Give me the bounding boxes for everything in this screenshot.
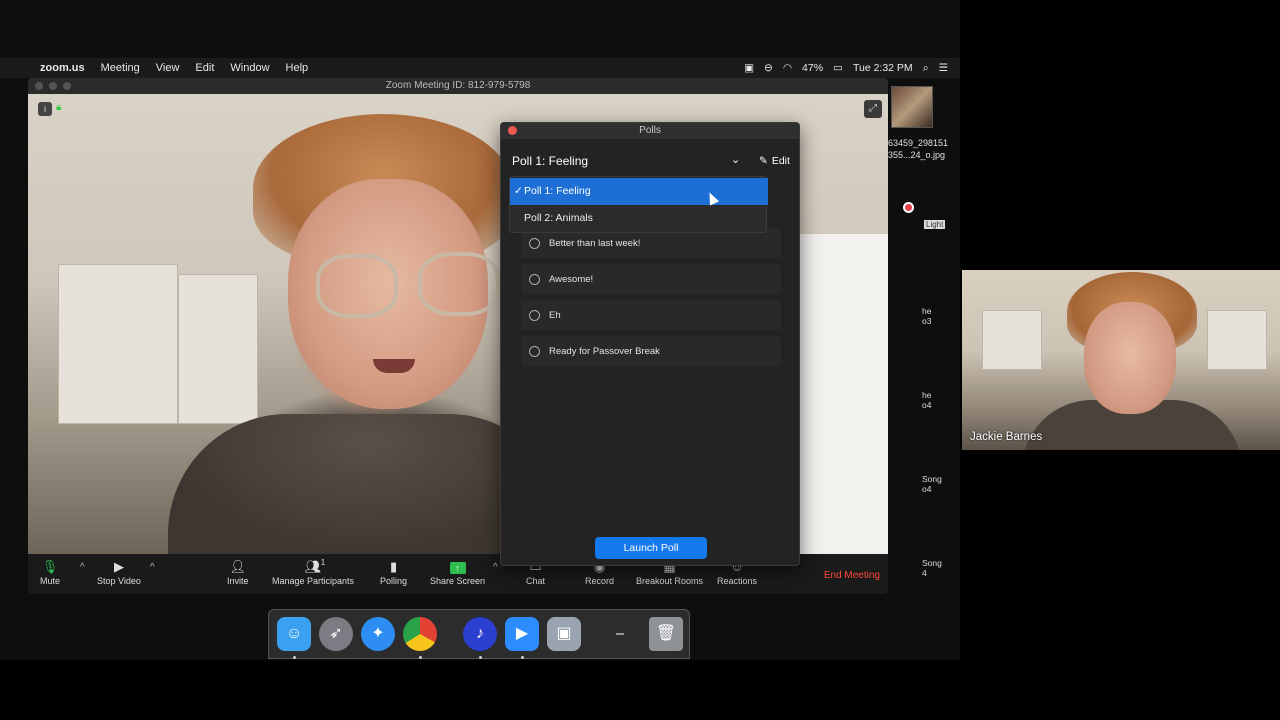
desktop-file-thumbnail[interactable] [891,86,933,128]
mute-button[interactable]: 🎙︎ Mute [40,558,60,586]
menu-meeting[interactable]: Meeting [93,62,148,74]
participants-icon: 👥︎ 1 [305,558,325,576]
menu-window[interactable]: Window [222,62,277,74]
menu-app-name[interactable]: zoom.us [40,62,93,74]
chrome-icon[interactable] [403,617,437,651]
polls-window-title: Polls [639,125,661,136]
close-polls-icon[interactable] [508,126,517,135]
zoom-app-icon[interactable]: ▶︎ [505,617,539,651]
glasses-left-lens [316,254,398,318]
clock[interactable]: Tue 2:32 PM [853,62,913,74]
notification-center-icon[interactable]: ☰ [939,62,948,74]
radio-button-icon[interactable] [529,345,540,357]
radio-button-icon[interactable] [529,309,540,321]
image-capture-icon[interactable]: ▣ [547,617,581,651]
trash-icon[interactable]: 🗑︎ [649,617,683,651]
poll-answer-option[interactable]: Ready for Passover Break [521,336,781,366]
safari-icon[interactable]: ✦ [361,617,395,651]
poll-answer-option[interactable]: Eh [521,300,781,330]
chevron-down-icon[interactable]: ⌄ [731,153,740,166]
running-indicator [521,656,524,659]
macos-menubar: zoom.us Meeting View Edit Window Help ▣ … [0,58,960,78]
invite-button[interactable]: 👤︎ Invite [227,558,249,586]
kitchen-cabinet [178,274,258,424]
menu-view[interactable]: View [148,62,188,74]
window-controls [35,82,71,90]
self-video-view[interactable]: Jackie Barnes [962,270,1280,450]
macos-dock: ☺ ➶ ✦ ♪ ▶︎ ▣ ⎯ 🗑︎ [268,609,690,659]
menu-help[interactable]: Help [278,62,317,74]
poll-answer-list: Better than last week! Awesome! Eh Ready… [521,228,781,372]
desktop-file-name[interactable]: 63459_298151 355...24_o.jpg [888,137,960,161]
encryption-lock-icon[interactable]: 🔒︎ [56,102,66,114]
gallery-participant-name: he o4 [922,390,932,410]
kitchen-cabinet [1207,310,1267,370]
zoom-status-icon[interactable]: ▣ [744,62,754,74]
gallery-participant-name: Song 4 [922,558,942,578]
wifi-icon[interactable]: ◠ [783,62,792,74]
running-indicator [479,656,482,659]
stop-video-button[interactable]: ▶︎ Stop Video [97,558,141,586]
polling-button[interactable]: ▮ Polling [380,558,407,586]
polls-titlebar[interactable]: Polls [501,123,799,139]
launch-poll-button[interactable]: Launch Poll [595,537,707,559]
poll-dropdown-menu: ✓ Poll 1: Feeling Poll 2: Animals [509,176,768,233]
audacity-icon[interactable]: ♪ [463,617,497,651]
participant-count-badge: 1 [320,558,326,567]
microphone-icon: 🎙︎ [41,559,59,574]
finder-icon[interactable]: ☺ [277,617,311,651]
bar-chart-icon: ▮ [389,559,398,574]
edit-poll-button[interactable]: ✎ Edit [759,155,790,167]
video-options-caret-icon[interactable]: ^ [150,562,155,573]
glasses-right-lens [418,252,500,316]
fullscreen-icon[interactable]: ⤢ [864,100,882,118]
share-options-caret-icon[interactable]: ^ [493,562,498,573]
radio-button-icon[interactable] [529,237,540,249]
poll-selector[interactable]: Poll 1: Feeling ⌄ ✎ Edit [501,147,801,175]
close-window-icon[interactable] [35,82,43,90]
recording-indicator-icon [903,202,914,213]
kitchen-cabinet [58,264,178,424]
menubar-status-area: ▣ ⊖ ◠ 47% ▭ Tue 2:32 PM ⌕ ☰ [744,62,960,75]
zoom-window-icon[interactable] [63,82,71,90]
gallery-light-tag: Light [924,220,946,229]
selected-poll-title[interactable]: Poll 1: Feeling [512,154,588,168]
audio-options-caret-icon[interactable]: ^ [80,562,85,573]
battery-percent[interactable]: 47% [802,62,823,74]
battery-icon[interactable]: ▭ [833,62,843,74]
kitchen-cabinet [982,310,1042,370]
radio-button-icon[interactable] [529,273,540,285]
minimize-window-icon[interactable] [49,82,57,90]
downloads-stack-icon[interactable]: ⎯ [603,617,637,651]
polls-window: Polls Poll 1: Feeling ⌄ ✎ Edit ✓ Poll 1:… [500,122,800,566]
meeting-id-title: Zoom Meeting ID: 812-979-5798 [385,80,531,91]
do-not-disturb-icon[interactable]: ⊖ [764,62,773,74]
dropdown-item-poll-2[interactable]: Poll 2: Animals [510,205,768,232]
share-screen-button[interactable]: ↑ Share Screen [430,558,485,586]
gallery-participant-name: he o3 [922,306,932,326]
spotlight-search-icon[interactable]: ⌕ [923,62,929,75]
meeting-info-icon[interactable]: i [38,102,52,116]
pencil-icon: ✎ [759,155,768,167]
poll-answer-option[interactable]: Awesome! [521,264,781,294]
checkmark-icon: ✓ [514,185,523,197]
dropdown-item-poll-1[interactable]: ✓ Poll 1: Feeling [510,178,768,205]
end-meeting-button[interactable]: End Meeting [824,570,880,581]
running-indicator [419,656,422,659]
add-person-icon: 👤︎ [229,559,247,574]
gallery-participant-name: Song o4 [922,474,942,494]
refrigerator [798,234,888,554]
running-indicator [293,656,296,659]
participant-name-label: Jackie Barnes [970,431,1043,443]
zoom-titlebar[interactable]: Zoom Meeting ID: 812-979-5798 [28,78,888,94]
meeting-info-icons: i 🔒︎ [38,102,66,116]
share-screen-icon: ↑ [449,558,466,576]
video-camera-icon: ▶︎ [113,559,124,574]
person-face [1084,302,1176,414]
menu-edit[interactable]: Edit [187,62,222,74]
launchpad-icon[interactable]: ➶ [319,617,353,651]
manage-participants-button[interactable]: 👥︎ 1 Manage Participants [272,558,354,586]
